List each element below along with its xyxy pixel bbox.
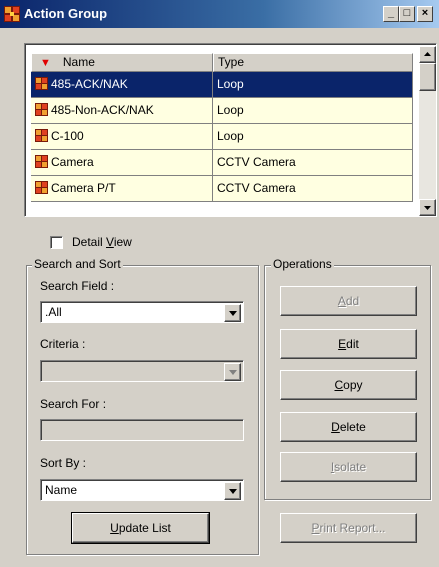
delete-label-hotkey: D xyxy=(331,420,340,434)
table-row[interactable]: 485-Non-ACK/NAK Loop xyxy=(31,98,413,124)
column-header-type[interactable]: Type xyxy=(213,53,413,72)
action-group-row-icon xyxy=(35,77,48,90)
row-type-cell: Loop xyxy=(213,98,413,124)
update-list-button[interactable]: Update List xyxy=(71,512,210,544)
row-type: CCTV Camera xyxy=(217,181,296,195)
search-field-value: .All xyxy=(45,305,62,319)
row-type-cell: CCTV Camera xyxy=(213,150,413,176)
row-name-cell: Camera xyxy=(31,150,213,176)
detail-view-label[interactable]: Detail View xyxy=(72,235,132,249)
chevron-down-icon xyxy=(229,489,237,494)
criteria-select[interactable] xyxy=(40,360,244,382)
action-group-window: Action Group _ □ × ▼ Name Type 485-ACK/NA… xyxy=(0,0,439,567)
minimize-button[interactable]: _ xyxy=(383,6,399,22)
row-type: Loop xyxy=(217,103,244,117)
table-row[interactable]: C-100 Loop xyxy=(31,124,413,150)
delete-button[interactable]: Delete xyxy=(280,412,417,442)
action-group-row-icon xyxy=(35,129,48,142)
row-name-cell: 485-ACK/NAK xyxy=(31,72,213,98)
row-name: 485-Non-ACK/NAK xyxy=(51,103,154,117)
column-header-type-label: Type xyxy=(218,55,245,69)
sort-desc-icon: ▼ xyxy=(40,57,51,69)
vertical-scrollbar[interactable] xyxy=(419,46,436,216)
title-bar[interactable]: Action Group _ □ × xyxy=(0,0,439,28)
scroll-down-button[interactable] xyxy=(419,199,436,216)
search-field-dropdown-button[interactable] xyxy=(224,304,241,322)
row-name: Camera P/T xyxy=(51,181,116,195)
search-field-select[interactable]: .All xyxy=(40,301,244,323)
copy-label-hotkey: C xyxy=(334,378,344,392)
maximize-button[interactable]: □ xyxy=(399,6,415,22)
detail-view-checkbox[interactable] xyxy=(50,236,63,249)
action-group-row-icon xyxy=(35,155,48,168)
detail-view-label-post: iew xyxy=(113,235,132,249)
criteria-dropdown-button[interactable] xyxy=(224,363,241,381)
column-header-name-label: Name xyxy=(62,55,95,69)
chevron-down-icon xyxy=(229,370,237,375)
copy-label-post: opy xyxy=(343,378,363,392)
edit-label-hotkey: E xyxy=(338,337,347,351)
action-group-list[interactable]: ▼ Name Type 485-ACK/NAK Loop 485-Non-ACK/… xyxy=(24,43,437,217)
arrow-up-icon xyxy=(424,52,431,56)
sort-by-value: Name xyxy=(45,483,78,497)
criteria-label: Criteria : xyxy=(40,337,86,351)
row-name-cell: 485-Non-ACK/NAK xyxy=(31,98,213,124)
row-type: CCTV Camera xyxy=(217,155,296,169)
edit-button[interactable]: Edit xyxy=(280,329,417,359)
update-list-label-post: pdate List xyxy=(118,521,171,535)
table-row[interactable]: Camera P/T CCTV Camera xyxy=(31,176,413,202)
detail-view-label-hotkey: V xyxy=(106,235,114,249)
copy-button[interactable]: Copy xyxy=(280,370,417,400)
print-report-button[interactable]: Print Report... xyxy=(280,513,417,543)
print-report-label-post: rint Report... xyxy=(319,521,386,535)
row-type-cell: Loop xyxy=(213,124,413,150)
scroll-up-button[interactable] xyxy=(419,46,436,63)
sort-by-label: Sort By : xyxy=(40,456,87,470)
list-grid: ▼ Name Type 485-ACK/NAK Loop 485-Non-ACK/… xyxy=(27,46,417,216)
row-name-cell: C-100 xyxy=(31,124,213,150)
detail-view-label-pre: Detail xyxy=(72,235,107,249)
sort-by-select[interactable]: Name xyxy=(40,479,244,501)
row-name: C-100 xyxy=(51,129,84,143)
row-name: 485-ACK/NAK xyxy=(51,77,128,91)
arrow-down-icon xyxy=(424,206,431,210)
search-for-input[interactable] xyxy=(40,419,244,441)
table-row[interactable]: 485-ACK/NAK Loop xyxy=(31,72,413,98)
action-group-row-icon xyxy=(35,103,48,116)
window-title: Action Group xyxy=(24,6,108,21)
sort-by-dropdown-button[interactable] xyxy=(224,482,241,500)
column-header-name[interactable]: ▼ Name xyxy=(31,53,213,72)
edit-label-post: dit xyxy=(346,337,359,351)
search-sort-group-title: Search and Sort xyxy=(32,257,123,271)
row-type: Loop xyxy=(217,77,244,91)
row-type-cell: Loop xyxy=(213,72,413,98)
chevron-down-icon xyxy=(229,311,237,316)
row-type: Loop xyxy=(217,129,244,143)
row-type-cell: CCTV Camera xyxy=(213,176,413,202)
isolate-button[interactable]: Isolate xyxy=(280,452,417,482)
table-row[interactable]: Camera CCTV Camera xyxy=(31,150,413,176)
row-name: Camera xyxy=(51,155,94,169)
row-name-cell: Camera P/T xyxy=(31,176,213,202)
close-button[interactable]: × xyxy=(417,6,433,22)
search-for-label: Search For : xyxy=(40,397,107,411)
add-button[interactable]: Add xyxy=(280,286,417,316)
operations-group-title: Operations xyxy=(271,257,334,271)
isolate-label-post: solate xyxy=(334,460,367,474)
update-list-label-hotkey: U xyxy=(110,521,119,535)
action-group-icon xyxy=(4,6,20,22)
delete-label-post: elete xyxy=(339,420,366,434)
add-label-post: dd xyxy=(345,294,360,308)
action-group-row-icon xyxy=(35,181,48,194)
add-label-hotkey: A xyxy=(337,294,346,308)
search-field-label: Search Field : xyxy=(40,279,115,293)
scroll-thumb[interactable] xyxy=(419,63,436,91)
